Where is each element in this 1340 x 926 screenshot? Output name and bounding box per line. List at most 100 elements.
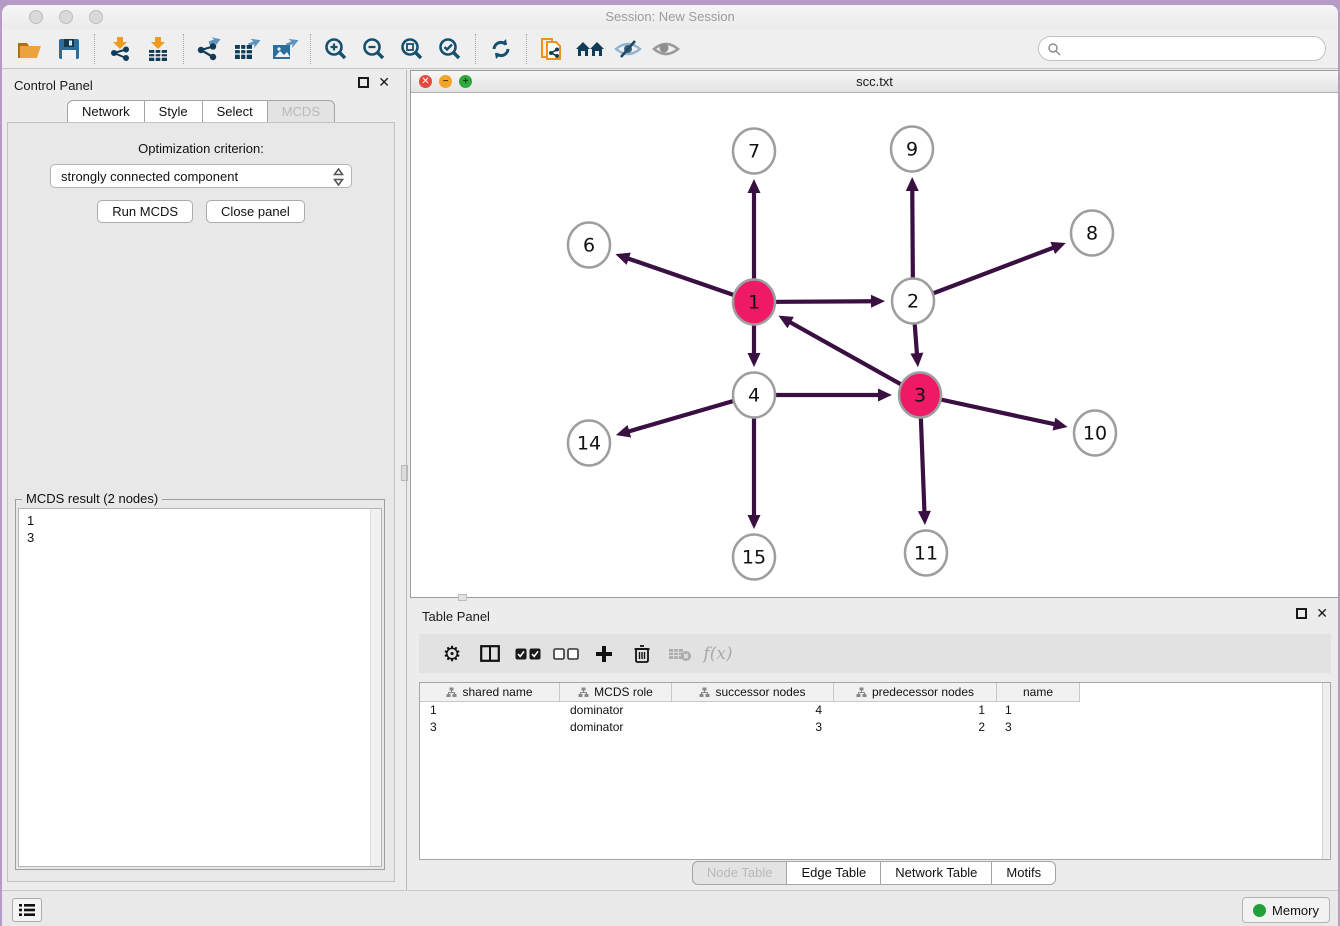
task-history-button[interactable] (12, 898, 42, 922)
import-table-button[interactable] (139, 32, 177, 66)
checked-boxes-icon (515, 648, 541, 660)
graph-edge-3-1[interactable] (788, 321, 920, 395)
export-table-button[interactable] (228, 32, 266, 66)
tab-mcds[interactable]: MCDS (268, 100, 335, 124)
column-view-button[interactable] (471, 638, 509, 670)
graph-edge-2-8[interactable] (913, 247, 1056, 301)
import-network-button[interactable] (101, 32, 139, 66)
export-image-button[interactable] (266, 32, 304, 66)
toolbar-separator (526, 34, 527, 64)
search-field[interactable] (1038, 36, 1326, 61)
control-panel-header: Control Panel ✕ (2, 70, 400, 100)
open-session-button[interactable] (12, 32, 50, 66)
graph-node-4[interactable]: 4 (733, 373, 775, 418)
create-column-button[interactable] (585, 638, 623, 670)
close-panel-icon[interactable]: ✕ (378, 77, 390, 88)
graph-node-6[interactable]: 6 (568, 223, 610, 268)
network-canvas[interactable]: 7 9 6 8 1 2 3 4 14 10 15 11 (411, 93, 1338, 597)
graph-node-2[interactable]: 2 (892, 279, 934, 324)
import-network-icon (107, 36, 133, 62)
show-all-button[interactable] (647, 32, 685, 66)
table-row[interactable]: 1 dominator 4 1 1 (420, 702, 1330, 719)
column-header-predecessor-nodes[interactable]: predecessor nodes (834, 683, 997, 702)
edge-arrowhead (1050, 242, 1065, 254)
zoom-out-icon (361, 36, 387, 62)
graph-node-1[interactable]: 1 (733, 280, 775, 325)
control-panel-tabs: Network Style Select MCDS (2, 100, 400, 124)
save-session-button[interactable] (50, 32, 88, 66)
edge-arrowhead (878, 389, 892, 402)
export-network-button[interactable] (190, 32, 228, 66)
zoom-selected-button[interactable] (431, 32, 469, 66)
graph-node-3[interactable]: 3 (899, 373, 941, 418)
float-panel-icon[interactable] (358, 77, 369, 88)
mcds-result-lines: 1 3 (19, 509, 381, 546)
tab-network-table[interactable]: Network Table (881, 861, 992, 885)
panel-divider[interactable] (400, 70, 410, 890)
optimization-criterion-select[interactable]: strongly connected component (50, 164, 352, 188)
status-bar: Memory (2, 890, 1338, 926)
column-header-successor-nodes[interactable]: successor nodes (672, 683, 834, 702)
deselect-all-columns-button[interactable] (547, 638, 585, 670)
node-label: 4 (748, 385, 760, 407)
float-table-panel-icon[interactable] (1296, 608, 1307, 619)
node-label: 10 (1083, 423, 1107, 445)
tab-node-table[interactable]: Node Table (692, 861, 788, 885)
graph-node-14[interactable]: 14 (568, 421, 610, 466)
edge-arrowhead (748, 179, 761, 193)
horizontal-split-grip[interactable] (458, 594, 467, 601)
main-toolbar (2, 29, 1338, 69)
houses-button[interactable] (571, 32, 609, 66)
cell-successor-nodes: 4 (672, 702, 834, 719)
column-header-mcds-role[interactable]: MCDS role (560, 683, 672, 702)
tab-edge-table[interactable]: Edge Table (787, 861, 881, 885)
run-mcds-button[interactable]: Run MCDS (97, 200, 193, 223)
tab-style[interactable]: Style (145, 100, 203, 124)
tab-motifs[interactable]: Motifs (992, 861, 1056, 885)
table-row[interactable]: 3 dominator 3 2 3 (420, 719, 1330, 736)
tab-select[interactable]: Select (203, 100, 268, 124)
save-floppy-icon (57, 37, 81, 61)
node-label: 2 (907, 291, 919, 313)
mcds-result-box[interactable]: 1 3 (18, 508, 382, 867)
network-graph[interactable]: 7 9 6 8 1 2 3 4 14 10 15 11 (411, 93, 1338, 597)
column-header-name[interactable]: name (997, 683, 1080, 702)
zoom-fit-button[interactable] (393, 32, 431, 66)
table-settings-button[interactable]: ⚙ (433, 638, 471, 670)
select-all-columns-button[interactable] (509, 638, 547, 670)
graph-node-9[interactable]: 9 (891, 127, 933, 172)
table-scrollbar[interactable] (1322, 683, 1330, 859)
two-houses-icon (574, 37, 606, 61)
function-builder-button[interactable]: f(x) (699, 638, 737, 670)
zoom-in-button[interactable] (317, 32, 355, 66)
node-table: shared name MCDS role successor nodes pr… (419, 682, 1331, 860)
memory-button[interactable]: Memory (1242, 897, 1330, 923)
tab-network[interactable]: Network (67, 100, 145, 124)
delete-column-button[interactable] (623, 638, 661, 670)
toolbar-separator (310, 34, 311, 64)
delete-table-button[interactable] (661, 638, 699, 670)
cell-predecessor-nodes: 2 (834, 719, 997, 736)
search-input[interactable] (1066, 42, 1325, 56)
graph-node-10[interactable]: 10 (1074, 411, 1116, 456)
hide-selected-button[interactable] (609, 32, 647, 66)
graph-node-8[interactable]: 8 (1071, 211, 1113, 256)
edge-arrowhead (918, 511, 931, 525)
column-header-shared-name[interactable]: shared name (420, 683, 560, 702)
window-title: Session: New Session (2, 9, 1338, 24)
close-table-panel-icon[interactable]: ✕ (1316, 608, 1328, 619)
graph-node-7[interactable]: 7 (733, 129, 775, 174)
graph-node-11[interactable]: 11 (905, 531, 947, 576)
mcds-result-scrollbar[interactable] (370, 509, 381, 866)
table-header-row: shared name MCDS role successor nodes pr… (420, 683, 1330, 702)
selected-option: strongly connected component (61, 169, 238, 184)
close-panel-button[interactable]: Close panel (206, 200, 305, 223)
edge-arrowhead (906, 177, 919, 191)
refresh-button[interactable] (482, 32, 520, 66)
hierarchy-icon (446, 687, 457, 698)
graph-node-15[interactable]: 15 (733, 535, 775, 580)
zoom-out-button[interactable] (355, 32, 393, 66)
table-panel: Table Panel ✕ ⚙ (410, 601, 1338, 890)
first-neighbors-button[interactable] (533, 32, 571, 66)
table-toolbar: ⚙ (419, 634, 1331, 673)
